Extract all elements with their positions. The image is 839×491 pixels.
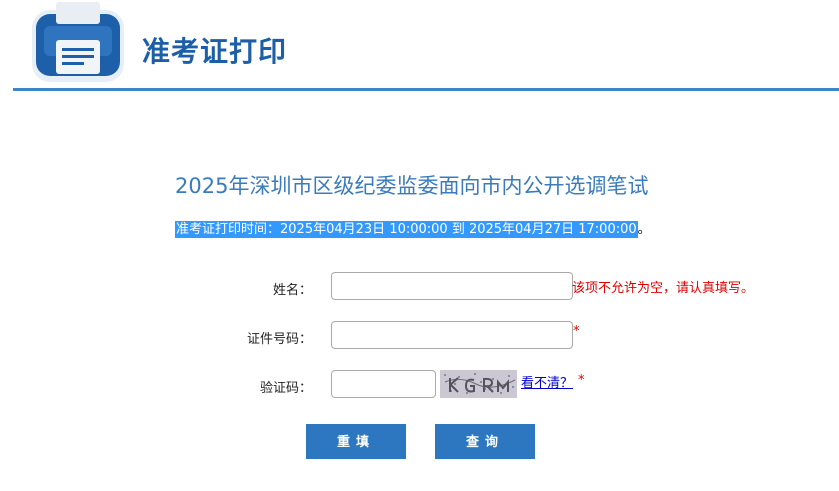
captcha-label: 验证码： — [259, 381, 312, 396]
page-title: 准考证打印 — [142, 35, 288, 68]
reset-button[interactable]: 重填 — [306, 424, 406, 459]
exam-title: 2025年深圳市区级纪委监委面向市内公开选调笔试 — [175, 174, 649, 198]
id-number-label: 证件号码： — [246, 332, 312, 347]
query-button[interactable]: 查询 — [435, 424, 535, 459]
name-label: 姓名： — [272, 283, 312, 298]
print-time-tail: 。 — [637, 222, 651, 237]
header: 准考证打印 — [0, 0, 839, 92]
id-number-input[interactable] — [331, 321, 573, 349]
captcha-required-mark: * — [578, 373, 585, 388]
captcha-refresh-link[interactable]: 看不清？ — [521, 372, 573, 391]
print-time-text: 准考证打印时间：2025年04月23日 10:00:00 到 2025年04月2… — [175, 221, 638, 238]
printer-icon — [32, 2, 124, 82]
name-input[interactable] — [331, 272, 573, 300]
page: 准考证打印 2025年深圳市区级纪委监委面向市内公开选调笔试 准考证打印时间：2… — [0, 0, 839, 491]
print-time-notice: 准考证打印时间：2025年04月23日 10:00:00 到 2025年04月2… — [175, 218, 651, 238]
captcha-input[interactable] — [331, 370, 436, 398]
captcha-image[interactable] — [440, 370, 517, 398]
header-divider — [13, 88, 839, 91]
id-required-mark: * — [573, 324, 580, 339]
name-error-message: 该项不允许为空，请认真填写。 — [572, 281, 755, 296]
